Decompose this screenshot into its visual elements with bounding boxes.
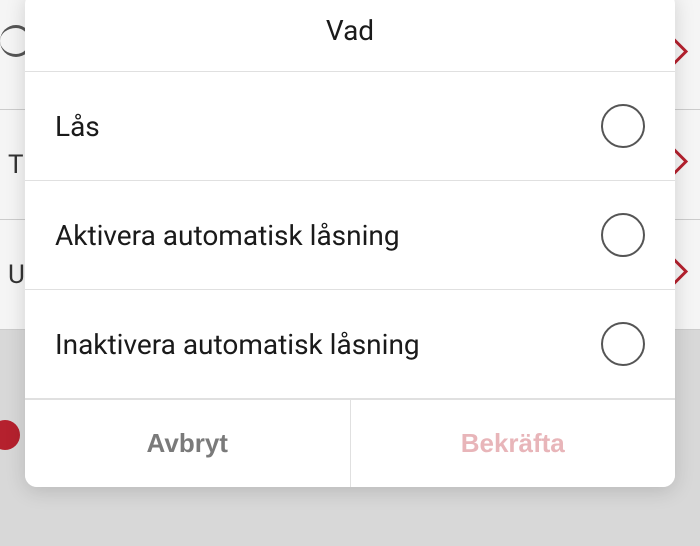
option-label: Lås [55, 110, 100, 143]
radio-unchecked-icon [601, 322, 645, 366]
option-disable-auto-lock[interactable]: Inaktivera automatisk låsning [25, 290, 675, 399]
option-label: Aktivera automatisk låsning [55, 219, 400, 252]
dialog-footer: Avbryt Bekräfta [25, 399, 675, 487]
bg-hint-text: U [8, 260, 25, 290]
radio-unchecked-icon [601, 213, 645, 257]
dialog-title: Vad [25, 0, 675, 72]
radio-unchecked-icon [601, 104, 645, 148]
option-label: Inaktivera automatisk låsning [55, 328, 420, 361]
partial-dot-icon [0, 420, 20, 450]
confirm-button[interactable]: Bekräfta [351, 400, 676, 487]
option-enable-auto-lock[interactable]: Aktivera automatisk låsning [25, 181, 675, 290]
option-lock[interactable]: Lås [25, 72, 675, 181]
selection-dialog: Vad Lås Aktivera automatisk låsning Inak… [25, 0, 675, 487]
cancel-button[interactable]: Avbryt [25, 400, 351, 487]
bg-hint-text: T [8, 150, 24, 180]
